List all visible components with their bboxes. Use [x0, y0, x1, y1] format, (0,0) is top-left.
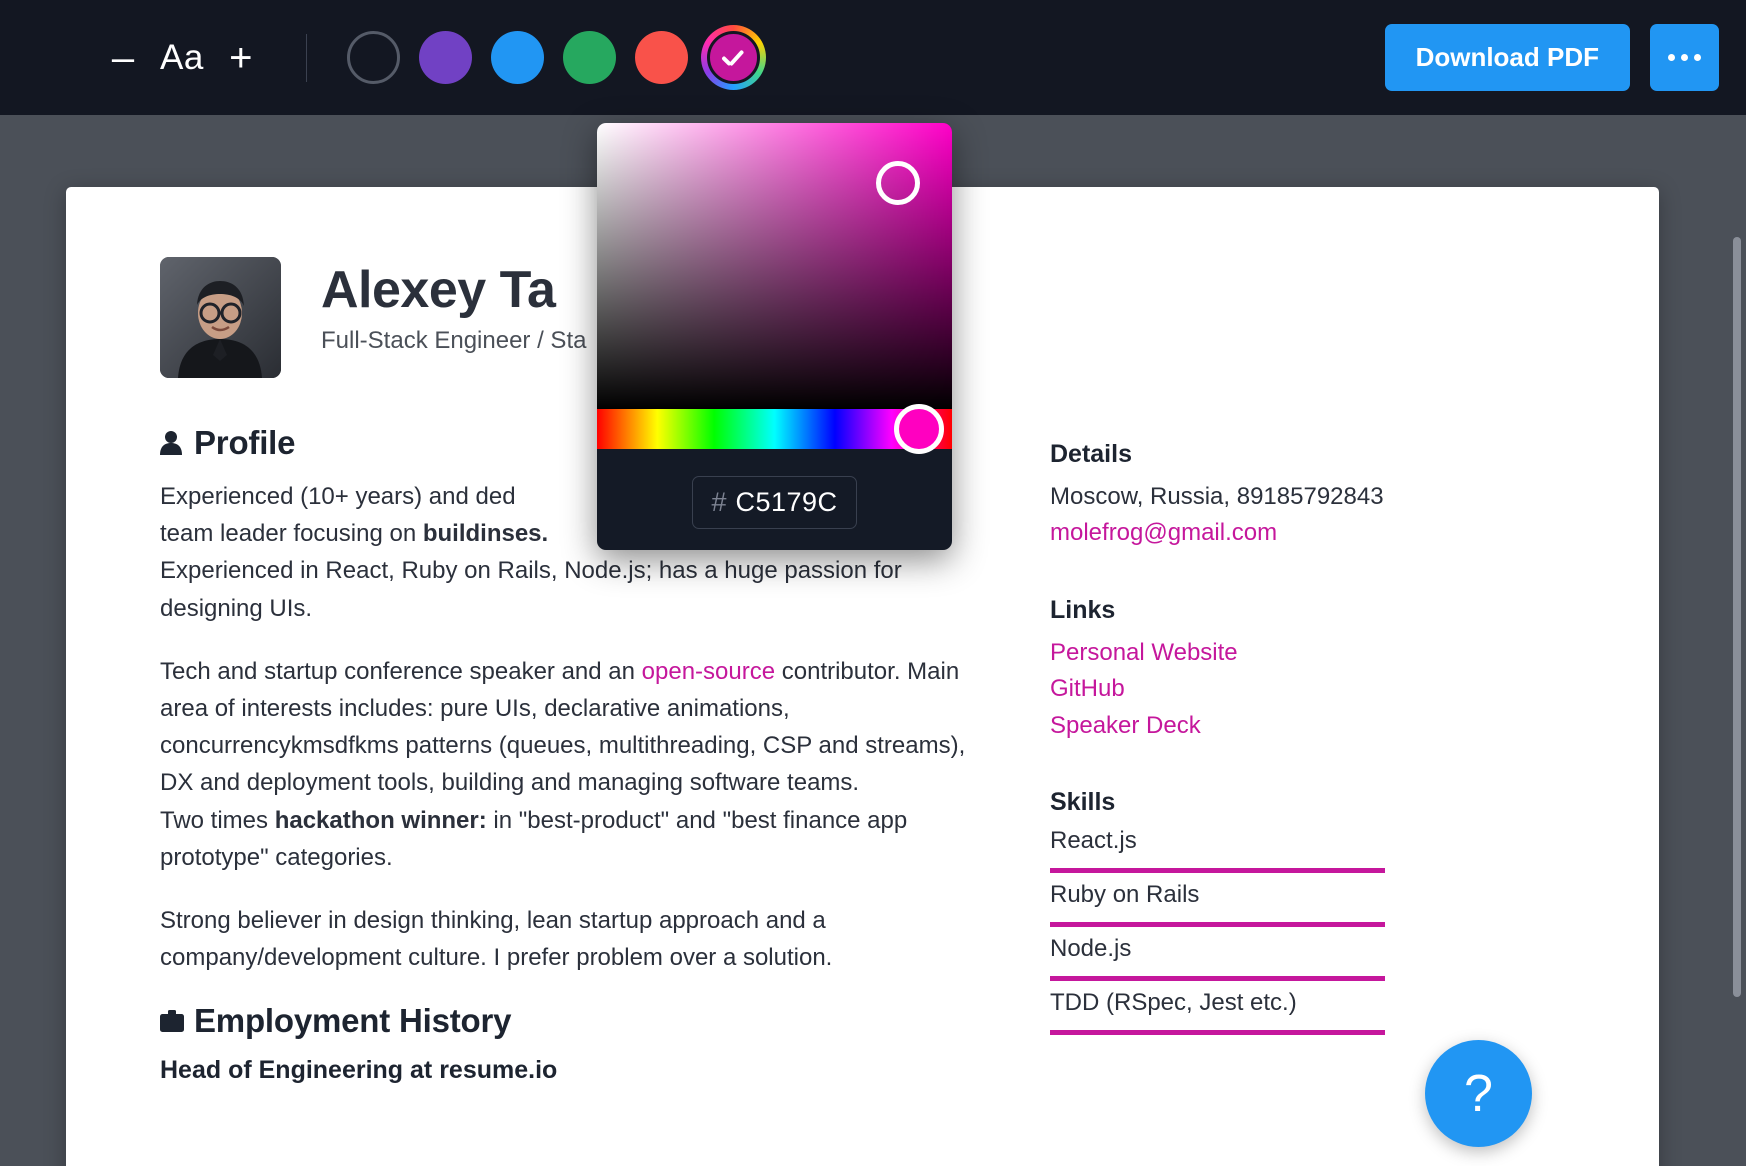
open-source-link[interactable]: open-source: [642, 658, 775, 685]
details-heading: Details: [1050, 440, 1132, 468]
profile-p2-part-c: Two times: [160, 806, 275, 834]
profile-p2-part-a: Tech and startup conference speaker and …: [160, 657, 642, 685]
profile-p1-bold-end: ses.: [501, 520, 549, 548]
profile-heading: Profile: [194, 424, 296, 461]
dots-icon: [1694, 54, 1701, 61]
increase-font-button[interactable]: +: [218, 38, 264, 78]
more-options-button[interactable]: [1650, 24, 1719, 91]
skill-level-bar: [1050, 1030, 1385, 1036]
employment-section-header: Employment History: [160, 1002, 1000, 1040]
profile-p1-part-d: Experienced in React, Ruby on Rails, Nod…: [160, 557, 902, 622]
color-swatch-blue[interactable]: [490, 31, 544, 84]
resume-role: Full-Stack Engineer / Sta: [321, 327, 587, 355]
toolbar-divider: [305, 33, 307, 82]
profile-p1-bold: buildin: [422, 520, 502, 548]
skill-label: TDD (RSpec, Jest etc.): [1050, 989, 1297, 1017]
hex-input[interactable]: # C5179C: [692, 476, 857, 529]
skill-level-bar: [1050, 868, 1385, 874]
hex-input-row: # C5179C: [597, 449, 952, 529]
scrollbar-thumb[interactable]: [1733, 237, 1741, 997]
employment-heading: Employment History: [194, 1002, 512, 1040]
hue-slider[interactable]: [597, 404, 952, 454]
color-swatch-red[interactable]: [634, 31, 688, 84]
details-email-link[interactable]: molefrog@gmail.com: [1050, 515, 1450, 551]
hash-icon: #: [711, 487, 727, 517]
details-location: Moscow, Russia, 89185792843: [1050, 483, 1384, 510]
profile-paragraph-2: Tech and startup conference speaker and …: [160, 653, 1000, 876]
links-heading: Links: [1050, 595, 1116, 624]
download-pdf-button[interactable]: Download PDF: [1384, 24, 1630, 91]
color-swatch-list: [346, 25, 766, 90]
skill-item: TDD (RSpec, Jest etc.): [1050, 989, 1450, 1036]
person-icon: [160, 431, 194, 455]
skills-heading: Skills: [1050, 788, 1116, 817]
font-size-label[interactable]: Aa: [160, 38, 204, 78]
skill-label: Ruby on Rails: [1050, 881, 1200, 909]
font-size-controls: – Aa +: [100, 38, 264, 78]
skill-label: React.js: [1050, 827, 1137, 855]
profile-p1-part-a: Experienced (10+ years) and ded: [160, 483, 516, 510]
briefcase-icon: [160, 1010, 194, 1033]
vertical-scrollbar[interactable]: [1733, 237, 1741, 1166]
profile-paragraph-3: Strong believer in design thinking, lean…: [160, 906, 833, 972]
color-swatch-custom-selected[interactable]: [700, 25, 766, 90]
hue-handle[interactable]: [894, 404, 944, 454]
check-icon: [721, 51, 745, 65]
link-speaker-deck[interactable]: Speaker Deck: [1050, 708, 1450, 744]
resume-side-column: Details Moscow, Russia, 89185792843 mole…: [1050, 424, 1450, 1085]
skill-item: Ruby on Rails: [1050, 881, 1450, 928]
employment-first-job: Head of Engineering at resume.io: [160, 1056, 558, 1085]
skill-label: Node.js: [1050, 935, 1132, 963]
avatar: [160, 257, 281, 378]
resume-name: Alexey Ta: [321, 261, 556, 319]
toolbar-actions: Download PDF: [1384, 24, 1719, 91]
skill-level-bar: [1050, 922, 1385, 928]
top-toolbar: – Aa + Download PDF: [0, 0, 1746, 115]
link-personal-website[interactable]: Personal Website: [1050, 635, 1450, 671]
profile-p1-part-b: team leader focusing on: [160, 520, 423, 548]
saturation-handle[interactable]: [876, 161, 920, 205]
skill-level-bar: [1050, 976, 1385, 982]
dots-icon: [1681, 54, 1688, 61]
profile-p2-bold: hackathon winner:: [274, 806, 487, 834]
skill-item: React.js: [1050, 827, 1450, 874]
help-button[interactable]: ?: [1425, 1040, 1532, 1147]
decrease-font-button[interactable]: –: [100, 38, 146, 78]
dots-icon: [1668, 54, 1675, 61]
skill-item: Node.js: [1050, 935, 1450, 982]
saturation-value-area[interactable]: [597, 123, 952, 409]
hex-value[interactable]: C5179C: [735, 487, 837, 518]
color-picker-popover[interactable]: # C5179C: [597, 123, 952, 550]
link-github[interactable]: GitHub: [1050, 671, 1450, 707]
color-swatch-green[interactable]: [562, 31, 616, 84]
color-swatch-purple[interactable]: [418, 31, 472, 84]
resume-identity: Alexey Ta Full-Stack Engineer / Sta: [321, 257, 586, 355]
color-swatch-none[interactable]: [346, 31, 400, 84]
